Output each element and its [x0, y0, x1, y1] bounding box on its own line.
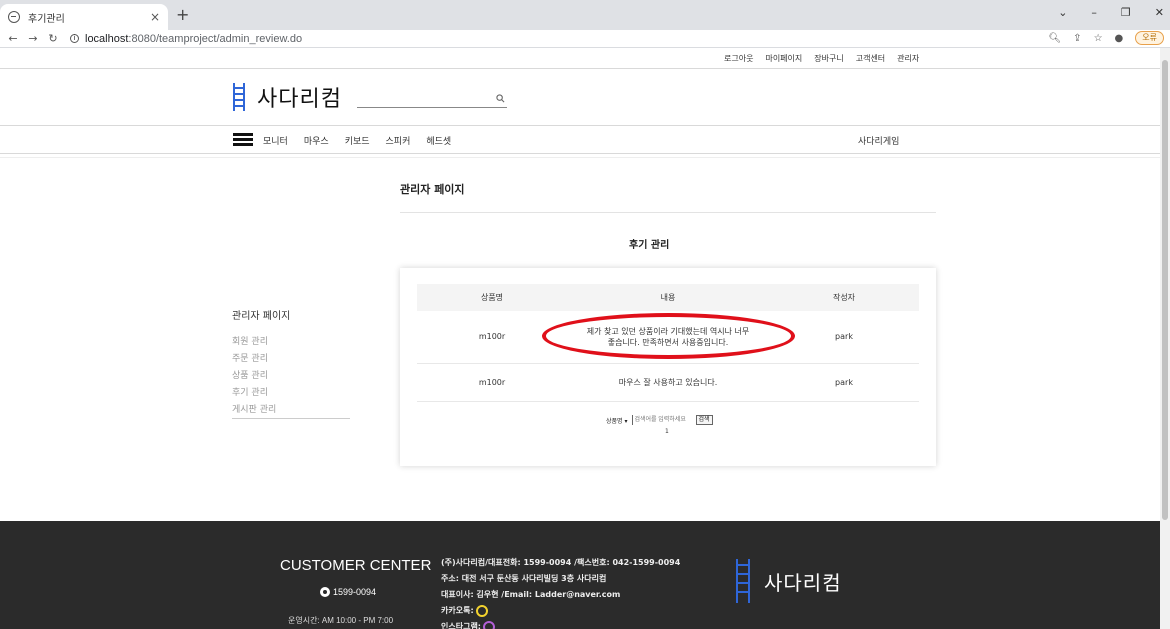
column-header-product: 상품명 — [417, 284, 567, 311]
company-info: (주)사다리컴/대표전화: 1599-0094 /팩스번호: 042-1599-… — [441, 555, 680, 629]
page-title-divider — [400, 212, 936, 213]
toolbar-actions: 🔍︎ ⇪ ☆ ● 오류 — [1048, 31, 1164, 45]
content-line: 제가 찾고 있던 상품이라 기대했는데 역시나 너무 — [586, 326, 750, 336]
forward-icon[interactable]: → — [26, 32, 40, 45]
sidebar-item-reviews[interactable]: 후기 관리 — [232, 385, 350, 402]
back-icon[interactable]: ← — [6, 32, 20, 45]
chevron-down-icon: ▾ — [624, 417, 628, 425]
site-search — [357, 92, 507, 112]
page-number[interactable]: 1 — [665, 428, 669, 435]
company-info-line: 대표이사: 김우현 /Email: Ladder@naver.com — [441, 590, 621, 599]
ladder-game-link[interactable]: 사다리게임 — [858, 134, 899, 147]
table-header-row: 상품명 내용 작성자 — [417, 284, 919, 311]
nav-keyboard[interactable]: 키보드 — [345, 134, 370, 147]
customer-center-link[interactable]: 고객센터 — [856, 53, 885, 64]
reload-icon[interactable]: ↻ — [46, 32, 60, 45]
cell-author: park — [769, 311, 919, 364]
review-table: 상품명 내용 작성자 m100r 제가 찾고 있던 상품이라 기대했는데 역시나… — [417, 284, 919, 402]
cell-product: m100r — [417, 363, 567, 402]
content-line: 좋습니다. 만족하면서 사용중입니다. — [607, 337, 729, 347]
instagram-icon[interactable] — [483, 621, 495, 629]
sidebar-item-products[interactable]: 상품 관리 — [232, 368, 350, 385]
tab-close-icon[interactable]: × — [150, 10, 160, 24]
cell-content[interactable]: 제가 찾고 있던 상품이라 기대했는데 역시나 너무 좋습니다. 만족하면서 사… — [567, 311, 769, 364]
kakaotalk-icon[interactable] — [475, 605, 488, 617]
browser-tab[interactable]: 후기관리 × — [0, 4, 168, 30]
logo-text: 사다리컴 — [257, 87, 342, 112]
company-info-line: 주소: 대전 서구 둔산동 사다리빌딩 3층 사다리컴 — [441, 574, 607, 583]
phone-icon — [320, 587, 330, 597]
window-controls: ⌄ – ❐ ✕ — [1058, 6, 1164, 19]
company-info-line: (주)사다리컴/대표전화: 1599-0094 /팩스번호: 042-1599-… — [441, 558, 681, 567]
profile-error-badge[interactable]: 오류 — [1135, 31, 1164, 45]
address-bar: ← → ↻ i localhost:8080/teamproject/admin… — [0, 30, 1170, 48]
url-host: localhost — [85, 32, 129, 45]
sidebar-title: 관리자 페이지 — [232, 311, 291, 322]
site-info-icon[interactable]: i — [70, 34, 79, 43]
browser-tab-strip: 후기관리 × + ⌄ – ❐ ✕ — [0, 0, 1170, 30]
new-tab-button[interactable]: + — [176, 5, 189, 24]
bookmark-star-icon[interactable]: ☆ — [1094, 33, 1103, 44]
ladder-logo-icon — [736, 559, 750, 603]
nav-bottom-divider — [0, 153, 1160, 154]
column-header-content: 내용 — [567, 284, 769, 311]
globe-icon — [8, 11, 20, 23]
cell-content[interactable]: 마우스 잘 사용하고 있습니다. — [567, 363, 769, 402]
header-divider — [0, 68, 1160, 69]
search-field-select[interactable]: 상품명 ▾ — [606, 416, 628, 425]
nav-mouse[interactable]: 마우스 — [304, 134, 329, 147]
sidebar-item-members[interactable]: 회원 관리 — [232, 334, 350, 351]
restore-icon[interactable]: ❐ — [1121, 6, 1131, 19]
minimize-icon[interactable]: – — [1091, 6, 1097, 19]
zoom-icon[interactable]: 🔍︎ — [1048, 33, 1061, 44]
scrollbar-thumb[interactable] — [1162, 60, 1168, 520]
section-title: 후기 관리 — [629, 240, 670, 251]
mypage-link[interactable]: 마이페이지 — [765, 53, 802, 64]
search-input[interactable] — [357, 97, 487, 112]
category-nav: 모니터 마우스 키보드 스피커 헤드셋 — [263, 134, 451, 147]
nav-speaker[interactable]: 스피커 — [386, 134, 411, 147]
review-search-input[interactable] — [631, 415, 692, 425]
url-field[interactable]: i localhost:8080/teamproject/admin_revie… — [70, 33, 302, 45]
close-window-icon[interactable]: ✕ — [1155, 6, 1164, 19]
table-row[interactable]: m100r 제가 찾고 있던 상품이라 기대했는데 역시나 너무 좋습니다. 만… — [417, 311, 919, 364]
business-hours: 운영시간: AM 10:00 - PM 7:00 — [288, 616, 394, 625]
ladder-logo-icon — [233, 83, 245, 111]
site-logo[interactable]: 사다리컴 — [233, 81, 342, 113]
kakao-row: 카카오톡: — [441, 603, 680, 619]
top-utility-links: 로그아웃 마이페이지 장바구니 고객센터 관리자 — [724, 53, 919, 64]
profile-icon[interactable]: ● — [1115, 33, 1124, 44]
customer-center-phone: 1599-0094 — [320, 587, 376, 597]
admin-link[interactable]: 관리자 — [897, 53, 919, 64]
site-footer: CUSTOMER CENTER 1599-0094 운영시간: AM 10:00… — [0, 521, 1160, 629]
nav-monitor[interactable]: 모니터 — [263, 134, 288, 147]
url-path: :8080/teamproject/admin_review.do — [128, 32, 303, 45]
tab-title: 후기관리 — [28, 13, 65, 25]
logout-link[interactable]: 로그아웃 — [724, 53, 753, 64]
page-title: 관리자 페이지 — [400, 183, 465, 196]
search-icon[interactable] — [496, 94, 505, 103]
nav-shadow-line — [0, 157, 1160, 158]
search-button[interactable]: 검색 — [695, 415, 713, 425]
tab-search-icon[interactable]: ⌄ — [1058, 6, 1067, 19]
hamburger-menu-icon[interactable] — [233, 133, 253, 147]
review-table-card: 상품명 내용 작성자 m100r 제가 찾고 있던 상품이라 기대했는데 역시나… — [400, 268, 936, 466]
review-search-bar: 상품명 ▾ 검색 — [606, 415, 713, 425]
share-icon[interactable]: ⇪ — [1073, 33, 1081, 44]
sidebar-item-orders[interactable]: 주문 관리 — [232, 351, 350, 368]
table-row[interactable]: m100r 마우스 잘 사용하고 있습니다. park — [417, 363, 919, 402]
nav-top-divider — [0, 125, 1160, 126]
footer-logo: 사다리컴 — [736, 559, 842, 603]
cart-link[interactable]: 장바구니 — [814, 53, 843, 64]
customer-center-title: CUSTOMER CENTER — [280, 557, 432, 574]
content-line: 마우스 잘 사용하고 있습니다. — [618, 377, 718, 387]
cell-author: park — [769, 363, 919, 402]
instagram-row: 인스타그램: — [441, 619, 680, 629]
column-header-author: 작성자 — [769, 284, 919, 311]
sidebar-item-board[interactable]: 게시판 관리 — [232, 402, 350, 419]
footer-logo-text: 사다리컴 — [764, 570, 842, 595]
nav-headset[interactable]: 헤드셋 — [426, 134, 451, 147]
admin-sidebar: 관리자 페이지 회원 관리 주문 관리 상품 관리 후기 관리 게시판 관리 — [232, 307, 350, 419]
cell-product: m100r — [417, 311, 567, 364]
